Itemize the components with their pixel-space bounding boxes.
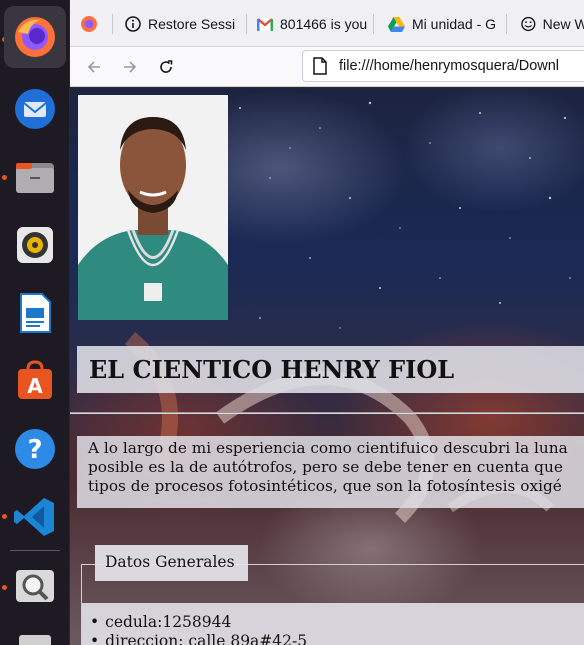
help-icon: ? [15,429,55,469]
tab-gmail[interactable]: 801466 is you [257,6,372,42]
dock: A ? [0,0,70,645]
thunderbird-icon [15,89,55,129]
general-data-list: cedula:1258944 direccion: calle 89a#42-5 [90,613,307,645]
back-button[interactable] [80,53,108,81]
forward-button[interactable] [116,53,144,81]
tab-restore-session[interactable]: Restore Sessi [125,6,245,42]
tab-label: New W [542,16,584,32]
google-drive-icon [388,16,405,32]
files-icon [16,163,54,193]
dock-writer[interactable] [4,282,66,344]
gmail-icon [257,17,273,31]
writer-icon [20,293,51,333]
page-title: EL CIENTICO HENRY FIOL [89,355,455,384]
paragraph-line: tipos de procesos fotosintéticos, que so… [88,477,562,495]
portrait-image [78,95,228,320]
search-icon [16,570,54,602]
paragraph-line: A lo largo de mi esperiencia como cienti… [88,439,568,457]
tab-separator [506,14,507,34]
dock-image-viewer[interactable] [4,556,66,618]
printer-icon [19,635,51,645]
dock-firefox[interactable] [4,6,66,68]
firefox-icon [15,17,55,57]
list-item-cedula: cedula:1258944 [90,613,307,632]
rhythmbox-icon [17,227,53,263]
dock-separator [10,550,60,551]
reload-icon [160,60,173,73]
navigation-bar: file:///home/henrymosquera/Downl [70,47,584,87]
firefox-icon [81,16,97,32]
dock-vscode[interactable] [4,486,66,548]
smiley-icon [521,16,536,32]
paragraph-line: posible es la de autótrofos, pero se deb… [88,458,563,476]
bio-paragraph: A lo largo de mi esperiencia como cienti… [88,439,568,496]
fieldset-legend: Datos Generales [95,545,248,581]
back-arrow-icon [87,61,100,73]
data-list-box: cedula:1258944 direccion: calle 89a#42-5 [82,603,584,645]
dock-extra-item[interactable] [4,622,66,645]
dock-rhythmbox[interactable] [4,214,66,276]
url-text: file:///home/henrymosquera/Downl [339,58,560,74]
dock-software[interactable]: A [4,350,66,412]
tab-label: Restore Sessi [148,16,236,32]
tab-separator [112,14,113,34]
info-icon [125,16,141,32]
tab-label: Mi unidad - G [412,16,497,32]
svg-text:A: A [27,374,43,398]
forward-arrow-icon [124,61,137,73]
paragraph-box: A lo largo de mi esperiencia como cienti… [77,436,584,508]
dock-thunderbird[interactable] [4,78,66,140]
vscode-icon [14,498,54,536]
app-store-icon: A [18,360,52,399]
tab-separator [373,14,374,34]
file-icon [313,57,327,75]
dock-help[interactable]: ? [4,418,66,480]
tab-google-drive[interactable]: Mi unidad - G [388,6,503,42]
reload-button[interactable] [152,53,180,81]
title-box: EL CIENTICO HENRY FIOL [77,346,584,393]
web-page: EL CIENTICO HENRY FIOL A lo largo de mi … [70,88,584,645]
tab-separator [246,14,247,34]
tab-label: 801466 is you [280,16,368,32]
dock-files[interactable] [4,146,66,208]
url-bar[interactable]: file:///home/henrymosquera/Downl [302,50,584,82]
tab-new-window[interactable]: New W [521,6,584,42]
horizontal-rule [70,412,584,414]
tab-bar: Restore Sessi 801466 is you Mi unidad - … [70,0,584,47]
tab-firefox[interactable] [80,6,110,42]
profile-photo [78,95,228,320]
list-item-direccion: direccion: calle 89a#42-5 [90,632,307,645]
legend-text: Datos Generales [105,553,235,571]
svg-text:?: ? [27,435,42,465]
